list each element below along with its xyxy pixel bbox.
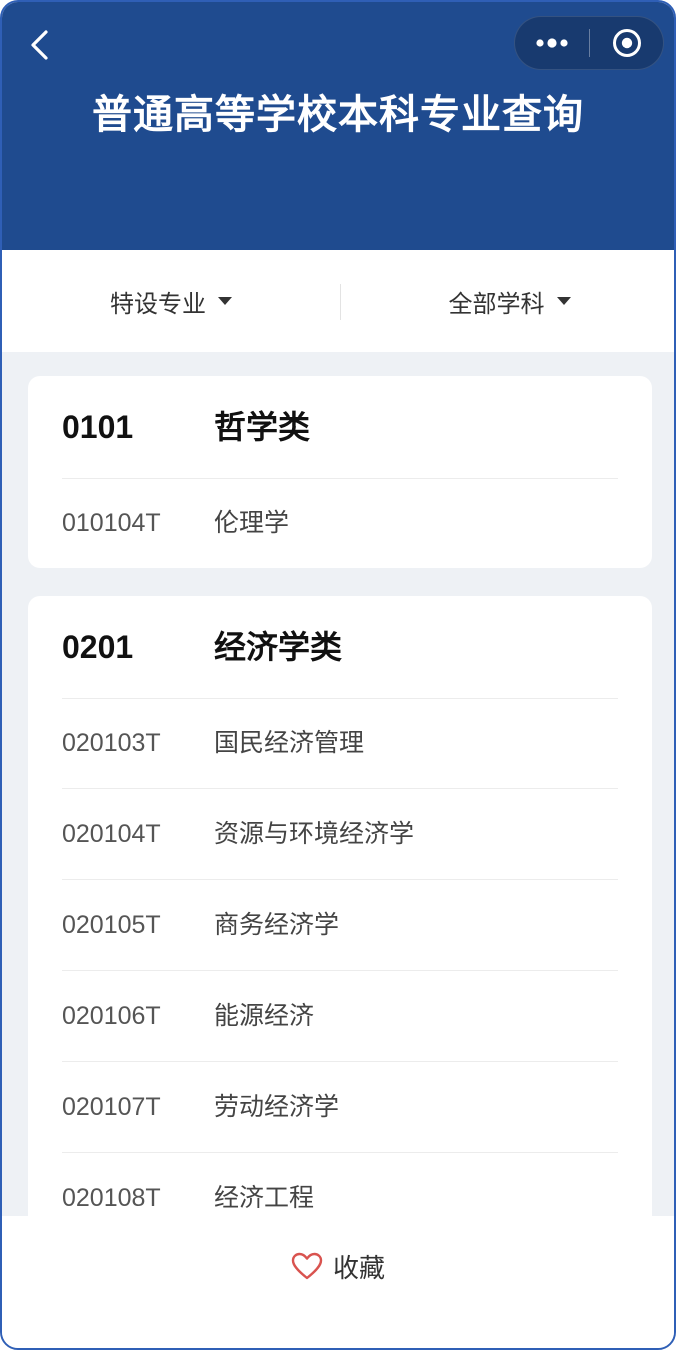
close-button[interactable] (590, 17, 664, 69)
major-name: 能源经济 (214, 1001, 315, 1030)
filter-bar: 特设专业 全部学科 (2, 250, 674, 352)
category-card: 0101 哲学类 010104T 伦理学 (28, 376, 652, 568)
major-type-filter-label: 特设专业 (110, 289, 206, 318)
favorite-label: 收藏 (332, 1253, 385, 1284)
category-name: 经济学类 (214, 628, 343, 666)
major-name: 劳动经济学 (214, 1092, 340, 1121)
category-card: 0201 经济学类 020103T 国民经济管理 020104T 资源与环境经济… (28, 596, 652, 1236)
category-header: 0201 经济学类 (62, 596, 618, 699)
caret-down-icon (218, 297, 232, 305)
major-name: 伦理学 (214, 508, 290, 537)
major-row[interactable]: 020105T 商务经济学 (62, 880, 618, 971)
major-name: 商务经济学 (214, 910, 340, 939)
app-screen: 普通高等学校本科专业查询 特设专业 全部学科 0101 哲学类 010104T … (0, 0, 676, 1350)
major-type-filter[interactable]: 特设专业 (2, 250, 340, 352)
major-row[interactable]: 020107T 劳动经济学 (62, 1062, 618, 1153)
page-title: 普通高等学校本科专业查询 (92, 92, 584, 138)
bottom-bar: 收藏 (2, 1216, 674, 1348)
heart-icon (291, 1252, 323, 1280)
category-code: 0201 (62, 629, 134, 665)
category-code: 0101 (62, 409, 134, 445)
major-code: 020107T (62, 1093, 161, 1121)
more-button[interactable] (515, 17, 589, 69)
discipline-filter[interactable]: 全部学科 (341, 250, 674, 352)
mini-program-capsule (514, 16, 664, 70)
discipline-filter-label: 全部学科 (448, 289, 545, 318)
favorite-button[interactable]: 收藏 (2, 1216, 674, 1316)
major-code: 020105T (62, 911, 161, 939)
category-header: 0101 哲学类 (62, 376, 618, 479)
caret-down-icon (556, 297, 571, 305)
major-row[interactable]: 020106T 能源经济 (62, 971, 618, 1062)
major-name: 国民经济管理 (214, 728, 365, 757)
chevron-left-icon (31, 30, 48, 60)
major-row[interactable]: 020104T 资源与环境经济学 (62, 789, 618, 880)
target-circle-icon (613, 29, 641, 57)
category-name: 哲学类 (214, 408, 311, 446)
major-code: 020104T (62, 820, 161, 848)
more-dots-icon (536, 38, 568, 48)
back-button[interactable] (24, 28, 58, 62)
major-code: 020106T (62, 1002, 161, 1030)
major-row[interactable]: 020103T 国民经济管理 (62, 698, 618, 789)
major-code: 020103T (62, 729, 161, 757)
major-row[interactable]: 010104T 伦理学 (62, 478, 618, 568)
header-bar: 普通高等学校本科专业查询 (2, 2, 674, 250)
major-name: 资源与环境经济学 (214, 819, 415, 848)
major-code: 010104T (62, 509, 161, 537)
